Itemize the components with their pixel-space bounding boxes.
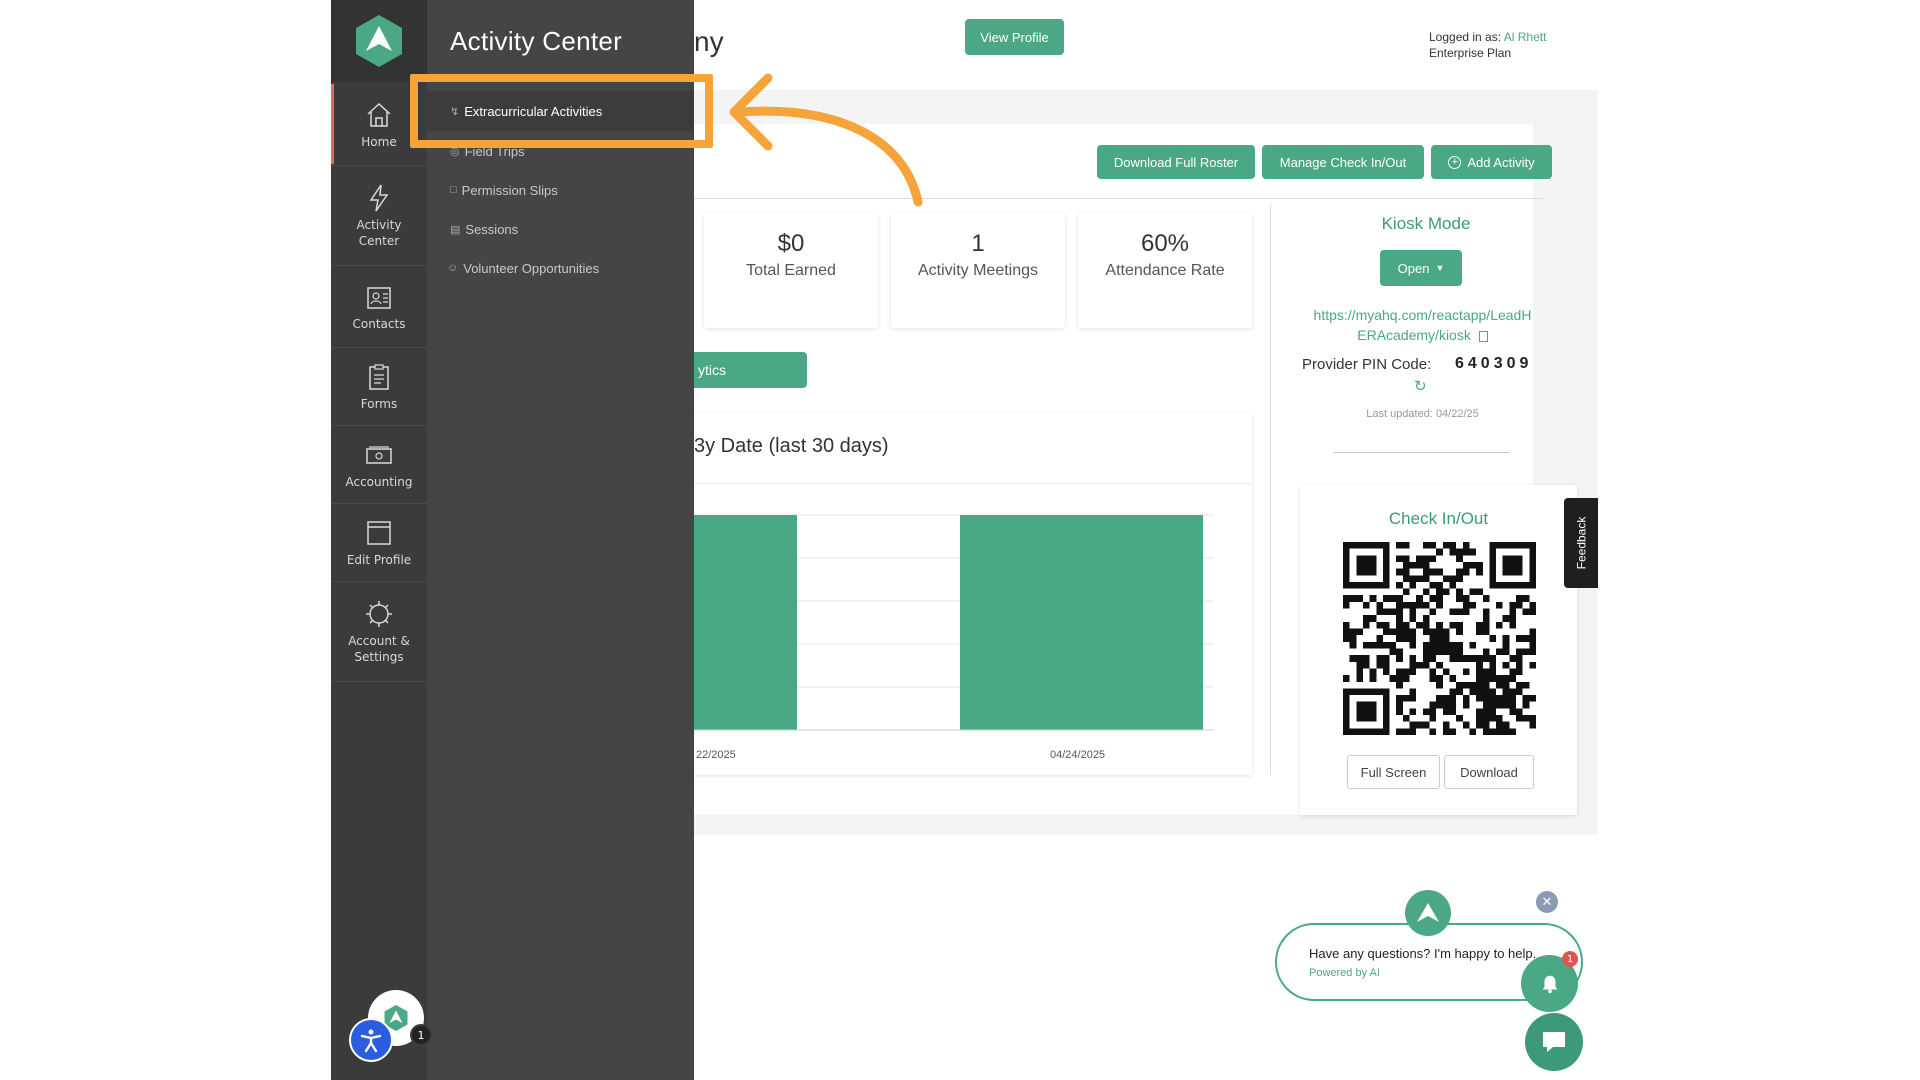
copy-icon[interactable] [1478,330,1488,342]
kiosk-url-line2: ERAcademy/kiosk [1357,327,1471,343]
flyout-item-label: Sessions [465,221,519,237]
sidebar-item-label: Home [361,134,397,149]
money-icon [366,445,392,464]
avatar-badge: 1 [410,1024,432,1046]
view-profile-button[interactable]: View Profile [965,19,1064,55]
chart-card: 3y Date (last 30 days) 22/2025 04/24/202… [694,413,1252,775]
stat-label: Total Earned [746,262,836,279]
flyout-item-permission-slips[interactable]: □ Permission Slips [427,170,694,210]
document-icon: □ [450,184,457,196]
download-roster-button[interactable]: Download Full Roster [1097,145,1255,179]
sidebar-item-label: Forms [360,396,398,411]
plan-label: Enterprise Plan [1429,46,1512,60]
logo-icon [1417,903,1439,922]
chat-button[interactable] [1525,1013,1583,1071]
bar-1 [960,515,1203,730]
chat-powered-by: Powered by AI [1309,967,1380,979]
flyout-item-volunteer[interactable]: ☺ Volunteer Opportunities [427,248,694,288]
bar-chart: 22/2025 04/24/2025 [694,514,1214,761]
chat-question: Have any questions? I'm happy to help. [1309,946,1537,961]
stat-card-earned: $0 Total Earned [704,213,878,328]
screen: ny View Profile Logged in as: Al Rhett E… [0,0,1920,1080]
sidebar-item-activity-center[interactable]: Activity Center [331,166,427,266]
kiosk-separator [1270,205,1271,775]
smile-icon: ☺ [447,262,459,274]
pointer-arrow [729,73,923,207]
chat-bot-avatar [1405,890,1451,936]
kiosk-open-label: Open [1397,260,1430,276]
stat-value: 1 [971,230,985,257]
list-icon: ▤ [450,223,461,236]
sidebar-item-label: Account & Settings [348,633,410,664]
analytics-button[interactable]: ytics [694,352,807,388]
full-screen-button[interactable]: Full Screen [1347,755,1440,789]
sidebar-item-forms[interactable]: Forms [331,348,427,426]
stat-card-meetings: 1 Activity Meetings [891,213,1065,328]
bar-0 [694,515,797,730]
stat-value: 60% [1140,230,1190,257]
lightning-icon [369,184,389,211]
logged-in-label: Logged in as: [1429,30,1502,44]
pin-value: 640309 [1455,355,1533,372]
last-updated: Last updated: 04/22/25 [1366,408,1479,420]
stat-value: $0 [777,230,805,257]
chart-bars [694,515,1203,730]
sidebar: Home Activity Center Contacts Forms Acco… [331,0,427,1080]
manage-checkin-button[interactable]: Manage Check In/Out [1262,145,1424,179]
sidebar-item-settings[interactable]: Account & Settings [331,582,427,682]
flyout-item-label: Permission Slips [461,182,558,198]
kiosk-title: Kiosk Mode [1381,214,1471,233]
x-tick-label: 04/24/2025 [1050,749,1105,761]
window-icon [367,520,391,545]
notification-badge: 1 [1562,951,1578,967]
sidebar-item-contacts[interactable]: Contacts [331,266,427,348]
x-tick-label: 22/2025 [696,749,736,761]
flyout-title: Activity Center [450,26,623,56]
page-title: ny [694,26,724,57]
chevron-down-icon: ▼ [1435,263,1445,273]
home-icon [367,102,391,127]
download-qr-button[interactable]: Download [1444,755,1534,789]
feedback-label: Feedback [1574,516,1589,570]
flyout-item-sessions[interactable]: ▤ Sessions [427,209,694,249]
sidebar-item-label: Activity Center [356,217,402,248]
checkin-card: Check In/Out Full Screen Download [1300,485,1577,815]
feedback-tab[interactable]: Feedback [1564,498,1598,588]
login-info: Logged in as: Al Rhett Enterprise Plan [1429,29,1546,61]
accessibility-button[interactable] [349,1018,393,1062]
close-icon[interactable]: ✕ [1536,891,1558,913]
sidebar-item-edit-profile[interactable]: Edit Profile [331,504,427,582]
sidebar-item-label: Contacts [352,316,406,331]
chart-title: 3y Date (last 30 days) [694,435,889,457]
sidebar-item-label: Edit Profile [346,552,412,567]
contacts-icon [367,286,391,309]
checkin-title: Check In/Out [1388,509,1489,528]
qr-code [1343,542,1536,735]
kiosk-divider [1334,452,1510,453]
user-name-link[interactable]: Al Rhett [1504,30,1547,44]
app-logo[interactable] [331,0,427,82]
logo-icon [356,15,402,67]
refresh-icon[interactable]: ↻ [1414,377,1427,395]
plus-circle-icon: + [1448,155,1462,169]
kiosk-url-link[interactable]: https://myahq.com/reactapp/LeadH ERAcade… [1300,305,1545,345]
sidebar-item-accounting[interactable]: Accounting [331,426,427,504]
activity-center-flyout: Activity Center ↯ Extracurricular Activi… [427,0,694,1080]
stat-label: Activity Meetings [917,262,1039,279]
chat-icon [1543,1032,1565,1052]
kiosk-url-line1: https://myahq.com/reactapp/LeadH [1313,307,1532,323]
flyout-item-label: Volunteer Opportunities [463,260,600,276]
bell-icon [1542,975,1557,993]
sidebar-item-label: Accounting [345,474,413,489]
add-activity-button[interactable]: + Add Activity [1431,145,1552,179]
kiosk-open-button[interactable]: Open ▼ [1380,250,1462,286]
highlight-box [410,74,713,148]
accessibility-icon [360,1029,382,1053]
clipboard-icon [369,363,389,390]
add-activity-label: Add Activity [1467,154,1535,170]
gear-icon [366,600,392,627]
pin-label: Provider PIN Code: [1302,356,1432,373]
stat-label: Attendance Rate [1105,262,1225,279]
stat-card-attendance: 60% Attendance Rate [1078,213,1252,328]
